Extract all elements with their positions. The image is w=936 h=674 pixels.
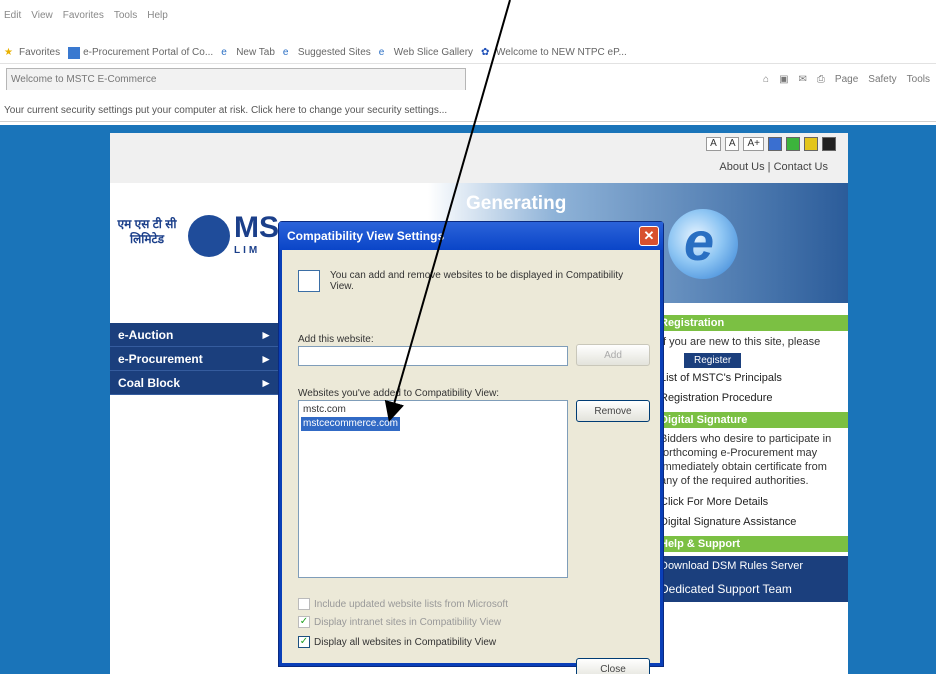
page-icon (68, 46, 81, 59)
right-panel: Registration If you are new to this site… (656, 311, 848, 602)
add-button[interactable]: Add (576, 344, 650, 366)
dialog-close-icon[interactable]: ✕ (639, 226, 659, 246)
left-nav: e-Auction ► e-Procurement ► Coal Block ► (110, 323, 280, 395)
fav-link-ntpc[interactable]: ✿ Welcome to NEW NTPC eP... (481, 47, 627, 59)
fav-link-webslice[interactable]: e Web Slice Gallery (379, 47, 473, 59)
principals-link[interactable]: List of MSTC's Principals (656, 368, 848, 388)
checkbox-include-updated-lists[interactable]: Include updated website lists from Micro… (298, 598, 508, 610)
nav-coal-block[interactable]: Coal Block ► (110, 371, 280, 395)
top-links[interactable]: About Us | Contact Us (719, 161, 828, 173)
menu-help[interactable]: Help (147, 10, 168, 28)
more-details-link[interactable]: Click For More Details (656, 492, 848, 512)
checkbox-all-websites[interactable]: ✓ Display all websites in Compatibility … (298, 636, 496, 648)
registration-text: If you are new to this site, please (660, 336, 821, 348)
arrow-right-icon: ► (260, 351, 272, 366)
feed-icon[interactable]: ▣ (779, 74, 788, 85)
menu-favorites[interactable]: Favorites (63, 10, 104, 28)
star-icon: ★ (4, 46, 13, 58)
flower-icon: ✿ (481, 46, 490, 58)
register-button[interactable]: Register (684, 353, 742, 368)
font-size-controls: A A A+ (706, 137, 836, 151)
websites-list[interactable]: mstc.com mstcecommerce.com (298, 400, 568, 578)
menu-view[interactable]: View (31, 10, 53, 28)
dialog-body: You can add and remove websites to be di… (282, 250, 660, 674)
checkbox-box[interactable] (298, 598, 310, 610)
procedure-link[interactable]: Registration Procedure (656, 388, 848, 408)
print-icon[interactable]: ⎙ (817, 74, 825, 85)
favorites-bar: ★ Favorites e-Procurement Portal of Co..… (0, 42, 936, 64)
support-team-link[interactable]: Dedicated Support Team (656, 576, 848, 602)
theme-yellow-button[interactable] (804, 137, 818, 151)
registration-heading: Registration (656, 315, 848, 331)
command-bar: ⌂ ▣ ✉ ⎙ Page Safety Tools (763, 74, 930, 85)
mail-icon[interactable]: ✉ (799, 74, 807, 85)
dialog-title: Compatibility View Settings (287, 229, 445, 243)
font-small-button[interactable]: A (706, 137, 721, 151)
logo-ms: MS (234, 211, 279, 244)
tab-mstc[interactable]: Welcome to MSTC E-Commerce (6, 68, 466, 90)
theme-dark-button[interactable] (822, 137, 836, 151)
ie-globe-icon: e (668, 209, 738, 279)
fav-link-suggested[interactable]: e Suggested Sites (283, 47, 371, 59)
compatibility-view-dialog: Compatibility View Settings ✕ You can ad… (278, 221, 664, 674)
remove-button[interactable]: Remove (576, 400, 650, 422)
fav-link-new-tab[interactable]: e New Tab (221, 47, 275, 59)
help-support-heading: Help & Support (656, 536, 848, 552)
digital-signature-heading: Digital Signature (656, 412, 848, 428)
websites-list-label: Websites you've added to Compatibility V… (298, 388, 500, 399)
ie-icon: e (221, 46, 227, 58)
home-icon[interactable]: ⌂ (763, 74, 769, 85)
cmd-tools[interactable]: Tools (907, 74, 930, 85)
close-button[interactable]: Close (576, 658, 650, 674)
arrow-right-icon: ► (260, 375, 272, 390)
signature-assistance-link[interactable]: Digital Signature Assistance (656, 512, 848, 532)
dialog-title-bar[interactable]: Compatibility View Settings ✕ (279, 222, 663, 250)
menu-bar: Edit View Favorites Tools Help (0, 10, 936, 28)
ie-icon: e (378, 46, 385, 58)
logo-hindi-text: एम एस टी सी लिमिटेड (117, 217, 177, 246)
menu-tools[interactable]: Tools (114, 10, 137, 28)
help-download-link[interactable]: Download DSM Rules Server (656, 556, 848, 576)
checkbox-intranet-sites[interactable]: ✓ Display intranet sites in Compatibilit… (298, 616, 501, 628)
font-medium-button[interactable]: A (724, 137, 740, 151)
nav-e-procurement[interactable]: e-Procurement ► (110, 347, 280, 371)
add-website-label: Add this website: (298, 334, 374, 345)
checkmark-icon[interactable]: ✓ (298, 636, 310, 648)
favorites-button[interactable]: ★ Favorites (4, 47, 60, 59)
font-large-button[interactable]: A+ (743, 137, 764, 151)
menu-edit[interactable]: Edit (4, 10, 21, 28)
theme-blue-button[interactable] (768, 137, 782, 151)
banner-title: Generating (466, 193, 567, 214)
checkmark-icon[interactable]: ✓ (298, 616, 310, 628)
cmd-page[interactable]: Page (835, 74, 858, 85)
theme-green-button[interactable] (786, 137, 800, 151)
site-top-bar: A A A+ About Us | Contact Us (110, 133, 848, 183)
digital-signature-text: Bidders who desire to participate in for… (660, 433, 832, 487)
tab-row: Welcome to MSTC E-Commerce ⌂ ▣ ✉ ⎙ Page … (0, 66, 936, 92)
arrow-right-icon: ► (260, 327, 272, 342)
logo-emblem-icon (188, 215, 230, 257)
list-item[interactable]: mstc.com (301, 403, 565, 417)
list-item-selected[interactable]: mstcecommerce.com (301, 417, 401, 431)
fav-link-eprocurement[interactable]: e-Procurement Portal of Co... (68, 46, 213, 59)
ie-icon: e (282, 46, 289, 58)
dialog-intro: You can add and remove websites to be di… (298, 270, 638, 292)
logo-lim: LIM (234, 245, 261, 256)
cmd-safety[interactable]: Safety (868, 74, 896, 85)
nav-e-auction[interactable]: e-Auction ► (110, 323, 280, 347)
compatibility-page-icon (298, 270, 320, 292)
security-info-bar[interactable]: Your current security settings put your … (0, 100, 936, 122)
add-website-input[interactable] (298, 346, 568, 366)
